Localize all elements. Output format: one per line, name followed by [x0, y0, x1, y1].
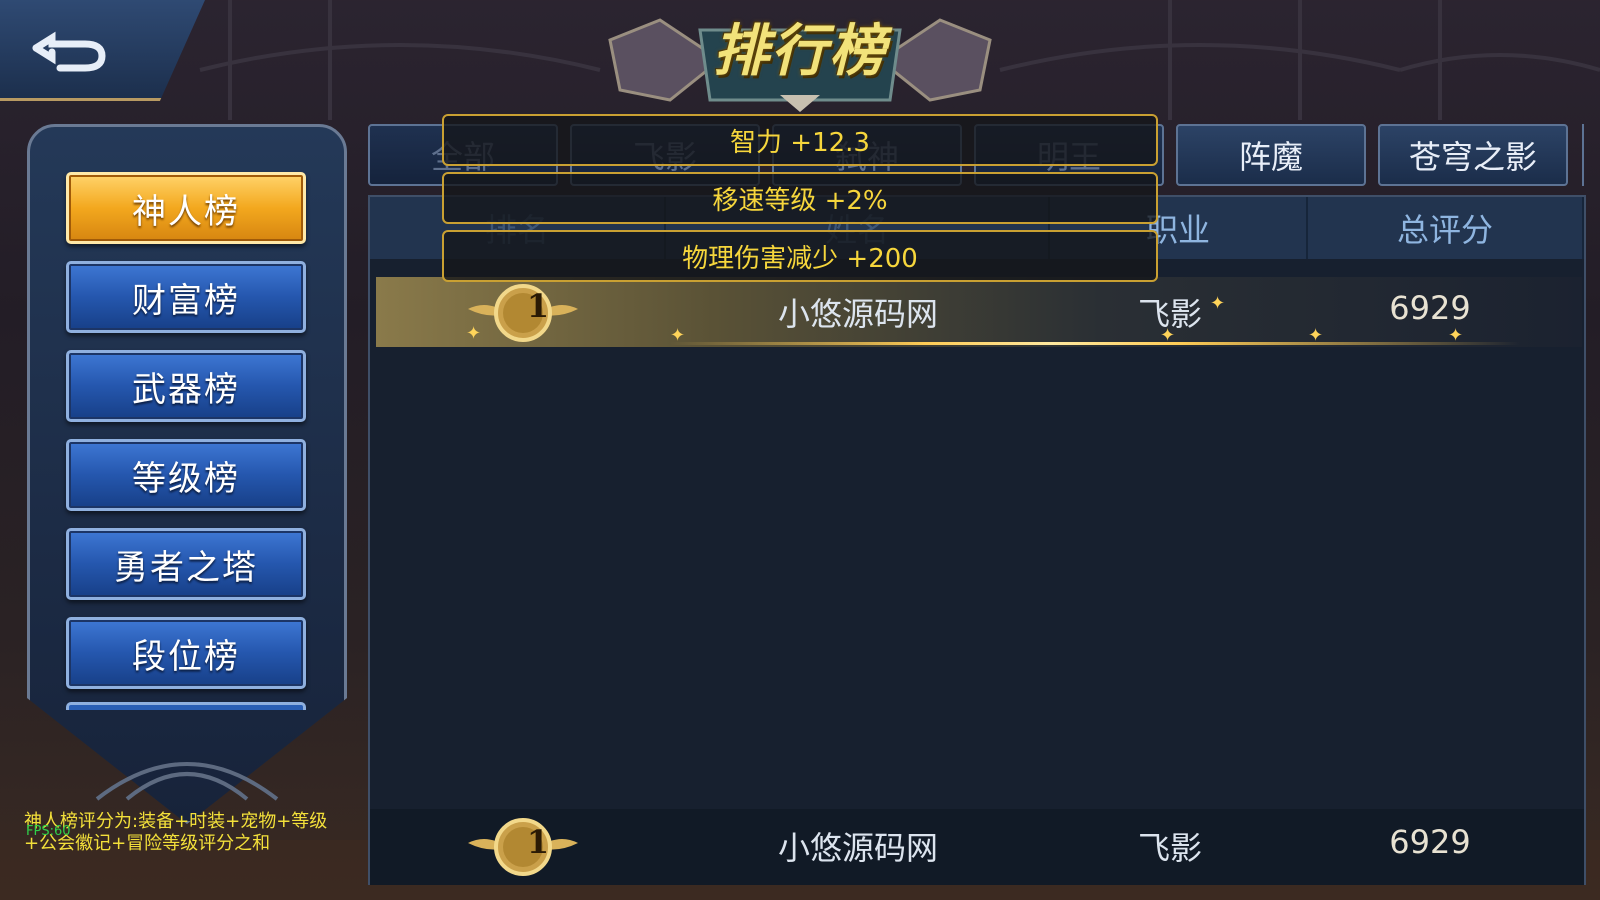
menu-item-label: 武器榜 — [132, 369, 240, 410]
tab-label: 苍穹之影 — [1408, 138, 1537, 176]
ranking-table: 排名 姓名 职业 总评分 1 小悠源码网 飞影 6929 ✦ ✦ ✦ ✦ ✦ ✦… — [368, 195, 1586, 885]
sparkle-icon: ✦ — [1160, 325, 1176, 346]
tab-strip-edge — [1582, 124, 1600, 186]
score-formula-note: 神人榜评分为:装备+时装+宠物+等级+公会徽记+冒险等级评分之和 — [24, 811, 328, 854]
panel-ornament-icon — [95, 762, 279, 801]
menu-item-division[interactable]: 段位榜 — [66, 617, 306, 689]
page-title: 排行榜 — [713, 19, 887, 84]
my-player-score: 6929 — [1389, 823, 1471, 861]
tab-label: 阵魔 — [1238, 138, 1303, 176]
sparkle-icon: ✦ — [466, 323, 482, 344]
my-rank-number: 1 — [526, 823, 550, 861]
sparkle-icon: ✦ — [1448, 325, 1464, 346]
menu-item-wealth[interactable]: 财富榜 — [66, 261, 306, 333]
row-glow-effect — [670, 342, 1520, 345]
stat-tooltip: 物理伤害减少 +200 — [442, 230, 1158, 282]
stat-tooltip: 智力 +12.3 — [442, 114, 1158, 166]
title-banner: 排行榜 — [590, 0, 1010, 112]
player-name: 小悠源码网 — [777, 295, 938, 333]
ranking-category-panel: 神人榜 财富榜 武器榜 等级榜 勇者之塔 段位榜 — [27, 124, 347, 824]
fps-counter: FPS:60 — [26, 824, 71, 839]
menu-item-label: 勇者之塔 — [114, 547, 258, 588]
tab-zhenmo[interactable]: 阵魔 — [1176, 124, 1366, 186]
menu-item-label: 神人榜 — [132, 191, 240, 232]
back-arrow-icon — [32, 31, 106, 72]
menu-item-partial[interactable] — [66, 702, 306, 710]
stat-tooltip: 移速等级 +2% — [442, 172, 1158, 224]
player-score: 6929 — [1389, 289, 1471, 327]
sparkle-icon: ✦ — [1308, 325, 1324, 346]
menu-item-label: 等级榜 — [132, 458, 240, 499]
my-player-class: 飞影 — [1137, 829, 1202, 867]
tab-cangqiong[interactable]: 苍穹之影 — [1378, 124, 1568, 186]
menu-item-weapon[interactable]: 武器榜 — [66, 350, 306, 422]
menu-item-brave-tower[interactable]: 勇者之塔 — [66, 528, 306, 600]
rank-number: 1 — [526, 287, 550, 325]
sparkle-icon: ✦ — [670, 325, 686, 346]
menu-item-label: 财富榜 — [132, 280, 240, 321]
my-rank-row: 1 小悠源码网 飞影 6929 — [370, 809, 1584, 885]
menu-item-shenren[interactable]: 神人榜 — [66, 172, 306, 244]
menu-item-label: 段位榜 — [132, 636, 240, 677]
sparkle-icon: ✦ — [1210, 293, 1226, 314]
menu-item-level[interactable]: 等级榜 — [66, 439, 306, 511]
header-score: 总评分 — [1308, 197, 1584, 259]
my-player-name: 小悠源码网 — [777, 829, 938, 867]
